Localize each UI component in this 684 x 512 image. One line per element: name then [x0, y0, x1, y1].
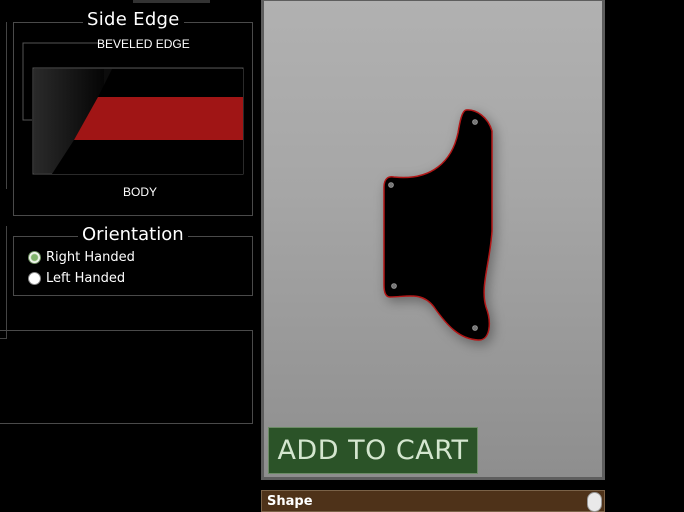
body-black-bottom — [52, 140, 243, 174]
radio-right-handed-label: Right Handed — [46, 250, 135, 265]
radio-left-handed-input[interactable] — [28, 272, 41, 285]
shape-panel-header[interactable]: Shape — [261, 490, 605, 512]
radio-left-handed[interactable]: Left Handed — [28, 271, 125, 286]
body-black-top — [98, 69, 243, 97]
screw-hole-icon — [388, 182, 394, 188]
orientation-group: Orientation Right Handed Left Handed — [13, 224, 253, 296]
left-panel-edge — [0, 22, 7, 189]
left-side-panel — [0, 226, 7, 339]
body-red-band — [74, 97, 243, 140]
empty-panel — [0, 330, 253, 424]
pickguard-preview — [261, 0, 605, 480]
radio-right-handed[interactable]: Right Handed — [28, 250, 135, 265]
body-label: BODY — [123, 185, 158, 199]
screw-hole-icon — [391, 283, 397, 289]
screw-hole-icon — [472, 119, 478, 125]
top-divider — [133, 0, 210, 3]
add-to-cart-button[interactable]: ADD TO CART — [268, 427, 478, 474]
shape-panel-label: Shape — [267, 494, 313, 509]
beveled-edge-label: BEVELED EDGE — [97, 37, 190, 51]
orientation-title: Orientation — [78, 224, 188, 245]
screw-hole-icon — [472, 325, 478, 331]
pickguard-shape — [383, 109, 493, 341]
pickguard-image — [383, 109, 493, 341]
radio-right-handed-input[interactable] — [28, 251, 41, 264]
scrollbar-thumb[interactable] — [587, 492, 602, 512]
radio-left-handed-label: Left Handed — [46, 271, 126, 286]
side-edge-group: Side Edge BEVELED EDGE BODY — [13, 9, 253, 216]
